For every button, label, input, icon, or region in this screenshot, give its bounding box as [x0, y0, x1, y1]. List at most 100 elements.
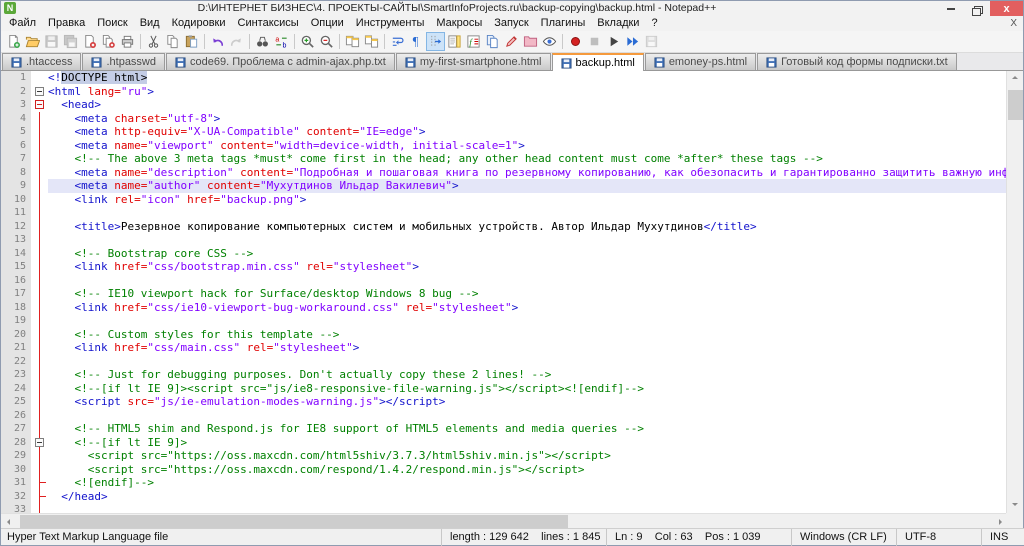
macro-save-button[interactable]: [642, 32, 661, 51]
folder-as-workspace-button[interactable]: [521, 32, 540, 51]
code-line-30[interactable]: 30 <script src="https://oss.maxcdn.com/r…: [1, 462, 1008, 476]
close-all-button[interactable]: [99, 32, 118, 51]
code-line-18[interactable]: 18 <link href="css/ie10-viewport-bug-wor…: [1, 300, 1008, 314]
new-file-button[interactable]: [4, 32, 23, 51]
replace-button[interactable]: ab: [272, 32, 291, 51]
macro-record-button[interactable]: [566, 32, 585, 51]
code-line-33[interactable]: 33: [1, 503, 1008, 513]
paste-button[interactable]: [182, 32, 201, 51]
code-line-11[interactable]: 11: [1, 206, 1008, 220]
fold-collapse-icon[interactable]: [35, 86, 44, 96]
vertical-scroll-thumb[interactable]: [1008, 90, 1023, 120]
macro-run-multiple-button[interactable]: [623, 32, 642, 51]
code-line-16[interactable]: 16: [1, 273, 1008, 287]
print-button[interactable]: [118, 32, 137, 51]
tab-4-active[interactable]: backup.html: [551, 53, 644, 71]
close-button[interactable]: x: [990, 1, 1023, 16]
scroll-up-arrow[interactable]: [1007, 71, 1024, 88]
fold-margin[interactable]: [31, 435, 48, 449]
save-all-button[interactable]: [61, 32, 80, 51]
code-line-27[interactable]: 27 <!-- HTML5 shim and Respond.js for IE…: [1, 422, 1008, 436]
menu-view[interactable]: Вид: [134, 16, 166, 31]
monitoring-button[interactable]: [540, 32, 559, 51]
code-line-28[interactable]: 28 <!--[if lt IE 9]>: [1, 435, 1008, 449]
code-line-22[interactable]: 22: [1, 354, 1008, 368]
redo-button[interactable]: [227, 32, 246, 51]
menu-settings[interactable]: Опции: [305, 16, 350, 31]
code-line-24[interactable]: 24 <!--[if lt IE 9]><script src="js/ie8-…: [1, 381, 1008, 395]
save-file-button[interactable]: [42, 32, 61, 51]
code-line-15[interactable]: 15 <link href="css/bootstrap.min.css" re…: [1, 260, 1008, 274]
code-line-4[interactable]: 4 <meta charset="utf-8">: [1, 111, 1008, 125]
fold-margin[interactable]: [31, 84, 48, 98]
tab-5[interactable]: emoney-ps.html: [644, 53, 757, 70]
sync-vertical-button[interactable]: [343, 32, 362, 51]
code-line-9[interactable]: 9 <meta name="author" content="Мухутдино…: [1, 179, 1008, 193]
menubar-close-icon[interactable]: X: [1010, 16, 1017, 31]
code-line-21[interactable]: 21 <link href="css/main.css" rel="styles…: [1, 341, 1008, 355]
sync-horizontal-button[interactable]: [362, 32, 381, 51]
copy-button[interactable]: [163, 32, 182, 51]
undo-button[interactable]: [208, 32, 227, 51]
menu-tools[interactable]: Инструменты: [350, 16, 431, 31]
macro-play-button[interactable]: [604, 32, 623, 51]
code-line-25[interactable]: 25 <script src="js/ie-emulation-modes-wa…: [1, 395, 1008, 409]
zoom-in-button[interactable]: [298, 32, 317, 51]
code-line-29[interactable]: 29 <script src="https://oss.maxcdn.com/h…: [1, 449, 1008, 463]
code-line-5[interactable]: 5 <meta http-equiv="X-UA-Compatible" con…: [1, 125, 1008, 139]
word-wrap-button[interactable]: [388, 32, 407, 51]
find-button[interactable]: [253, 32, 272, 51]
open-file-button[interactable]: [23, 32, 42, 51]
code-line-8[interactable]: 8 <meta name="description" content="Подр…: [1, 165, 1008, 179]
tab-2[interactable]: code69. Проблема с admin-ajax.php.txt: [166, 53, 395, 70]
menu-run[interactable]: Запуск: [488, 16, 534, 31]
code-line-23[interactable]: 23 <!-- Just for debugging purposes. Don…: [1, 368, 1008, 382]
tab-0[interactable]: .htaccess: [2, 53, 82, 70]
menu-macro[interactable]: Макросы: [430, 16, 488, 31]
code-line-1[interactable]: 1 <!DOCTYPE html>: [1, 71, 1008, 85]
code-line-20[interactable]: 20 <!-- Custom styles for this template …: [1, 327, 1008, 341]
define-language-button[interactable]: [502, 32, 521, 51]
menu-tabs[interactable]: Вкладки: [591, 16, 645, 31]
menu-plugins[interactable]: Плагины: [535, 16, 592, 31]
code-line-17[interactable]: 17 <!-- IE10 viewport hack for Surface/d…: [1, 287, 1008, 301]
code-line-13[interactable]: 13: [1, 233, 1008, 247]
fold-collapse-icon[interactable]: [35, 437, 44, 447]
tab-6[interactable]: Готовый код формы подписки.txt: [757, 53, 957, 70]
document-list-button[interactable]: [483, 32, 502, 51]
show-indent-guide-button[interactable]: [426, 32, 445, 51]
code-editor[interactable]: 1 <!DOCTYPE html> 2 <html lang="ru"> 3 <head…: [1, 71, 1008, 513]
code-line-31[interactable]: 31 <![endif]-->: [1, 476, 1008, 490]
code-line-6[interactable]: 6 <meta name="viewport" content="width=d…: [1, 138, 1008, 152]
menu-language[interactable]: Синтаксисы: [232, 16, 305, 31]
doc-map-button[interactable]: [445, 32, 464, 51]
code-line-10[interactable]: 10 <link rel="icon" href="backup.png">: [1, 192, 1008, 206]
code-line-2[interactable]: 2 <html lang="ru">: [1, 84, 1008, 98]
code-line-7[interactable]: 7 <!-- The above 3 meta tags *must* come…: [1, 152, 1008, 166]
menu-encoding[interactable]: Кодировки: [166, 16, 232, 31]
fold-margin[interactable]: [31, 98, 48, 112]
cut-button[interactable]: [144, 32, 163, 51]
code-line-12[interactable]: 12 <title>Резервное копирование компьюте…: [1, 219, 1008, 233]
menu-help[interactable]: ?: [645, 16, 663, 31]
code-line-32[interactable]: 32 </head>: [1, 489, 1008, 503]
code-line-14[interactable]: 14 <!-- Bootstrap core CSS -->: [1, 246, 1008, 260]
code-line-19[interactable]: 19: [1, 314, 1008, 328]
zoom-out-button[interactable]: [317, 32, 336, 51]
close-file-button[interactable]: [80, 32, 99, 51]
restore-button[interactable]: [964, 1, 990, 16]
show-all-characters-button[interactable]: ¶: [407, 32, 426, 51]
minimize-button[interactable]: [938, 1, 964, 16]
code-line-3[interactable]: 3 <head>: [1, 98, 1008, 112]
macro-stop-button[interactable]: [585, 32, 604, 51]
vertical-scrollbar[interactable]: [1006, 71, 1023, 513]
tab-1[interactable]: .htpasswd: [82, 53, 165, 70]
menu-search[interactable]: Поиск: [91, 16, 133, 31]
function-list-button[interactable]: f: [464, 32, 483, 51]
menu-edit[interactable]: Правка: [42, 16, 91, 31]
code-line-26[interactable]: 26: [1, 408, 1008, 422]
fold-collapse-icon[interactable]: [35, 100, 44, 109]
menu-file[interactable]: Файл: [3, 16, 42, 31]
scroll-down-arrow[interactable]: [1007, 496, 1024, 513]
tab-3[interactable]: my-first-smartphone.html: [395, 53, 551, 70]
